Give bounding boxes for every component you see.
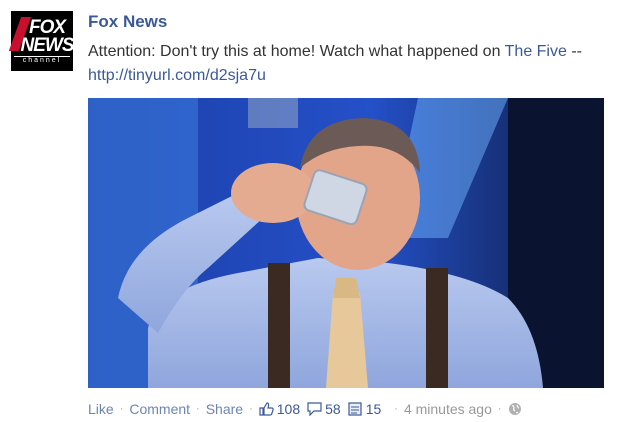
post-photo[interactable] <box>88 98 604 388</box>
separator: · <box>249 403 253 415</box>
comment-link[interactable]: Comment <box>129 401 190 417</box>
separator: · <box>119 403 124 415</box>
globe-icon[interactable] <box>508 402 523 416</box>
the-five-link[interactable]: The Five <box>505 43 567 60</box>
share-icon[interactable] <box>348 402 363 416</box>
comments-count[interactable]: 58 <box>325 401 341 417</box>
logo-text-fox: FOX <box>28 16 66 38</box>
author-name[interactable]: Fox News <box>88 12 167 32</box>
message-text: Attention: Don't try this at home! Watch… <box>88 43 505 60</box>
post-timestamp[interactable]: 4 minutes ago <box>404 401 492 417</box>
post-message: Attention: Don't try this at home! Watch… <box>88 40 633 88</box>
shares-count[interactable]: 15 <box>366 401 382 417</box>
tinyurl-link[interactable]: http://tinyurl.com/d2sja7u <box>88 67 266 84</box>
message-dashes: -- <box>566 43 582 60</box>
likes-count[interactable]: 108 <box>277 401 300 417</box>
separator: · <box>497 403 502 415</box>
separator: · <box>394 403 398 415</box>
logo-text-channel: channel <box>14 55 70 65</box>
like-link[interactable]: Like <box>88 401 114 417</box>
separator: · <box>196 403 200 415</box>
share-link[interactable]: Share <box>206 401 243 417</box>
thumbs-up-icon[interactable] <box>259 402 274 416</box>
post-footer: Like · Comment · Share · 108 58 15 · 4 m… <box>88 401 523 417</box>
photo-image <box>88 98 604 388</box>
speech-bubble-icon[interactable] <box>307 402 322 417</box>
logo-text-news: NEWS <box>20 34 75 56</box>
page-avatar[interactable]: FOX NEWS channel <box>8 11 75 71</box>
